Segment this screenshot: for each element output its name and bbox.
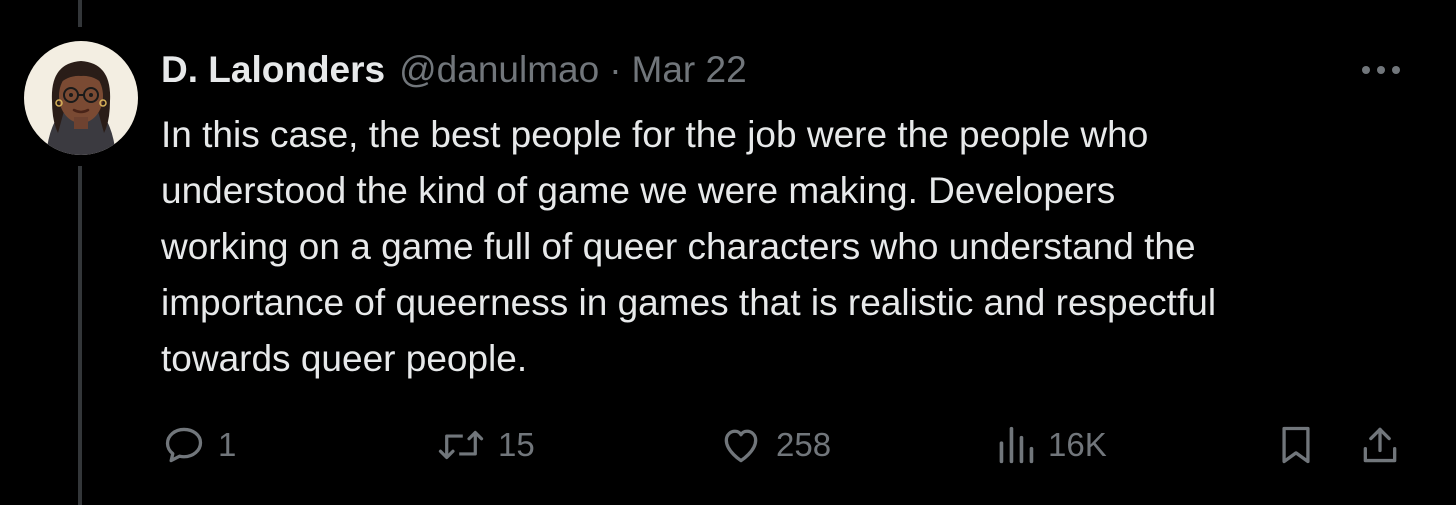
reply-button[interactable]: 1 [162, 420, 236, 470]
user-handle[interactable]: @danulmao [399, 49, 599, 91]
like-button[interactable]: 258 [718, 420, 831, 470]
thread-line-bottom [78, 166, 82, 505]
like-count: 258 [776, 426, 832, 463]
bookmark-button[interactable] [1274, 420, 1318, 470]
bookmark-icon [1282, 426, 1310, 464]
tweet-header: D. Lalonders @danulmao · Mar 22 [161, 46, 747, 94]
avatar-illustration-icon [24, 41, 138, 155]
retweet-icon [438, 430, 484, 460]
views-icon [999, 426, 1034, 464]
reply-icon [165, 427, 203, 463]
separator-dot: · [609, 49, 622, 90]
tweet-date[interactable]: Mar 22 [632, 49, 747, 91]
avatar[interactable] [24, 41, 138, 155]
reply-count: 1 [218, 426, 237, 463]
views-button[interactable]: 16K [996, 420, 1107, 470]
tweet-text: In this case, the best people for the jo… [161, 114, 1217, 379]
share-button[interactable] [1358, 420, 1402, 470]
views-count: 16K [1048, 426, 1107, 463]
retweet-count: 15 [498, 426, 535, 463]
more-icon [1362, 66, 1400, 74]
thread-line-top [78, 0, 82, 27]
display-name[interactable]: D. Lalonders [161, 49, 385, 91]
heart-icon [724, 429, 758, 463]
more-button[interactable] [1356, 52, 1406, 88]
share-icon [1363, 427, 1397, 463]
retweet-button[interactable]: 15 [436, 420, 535, 470]
